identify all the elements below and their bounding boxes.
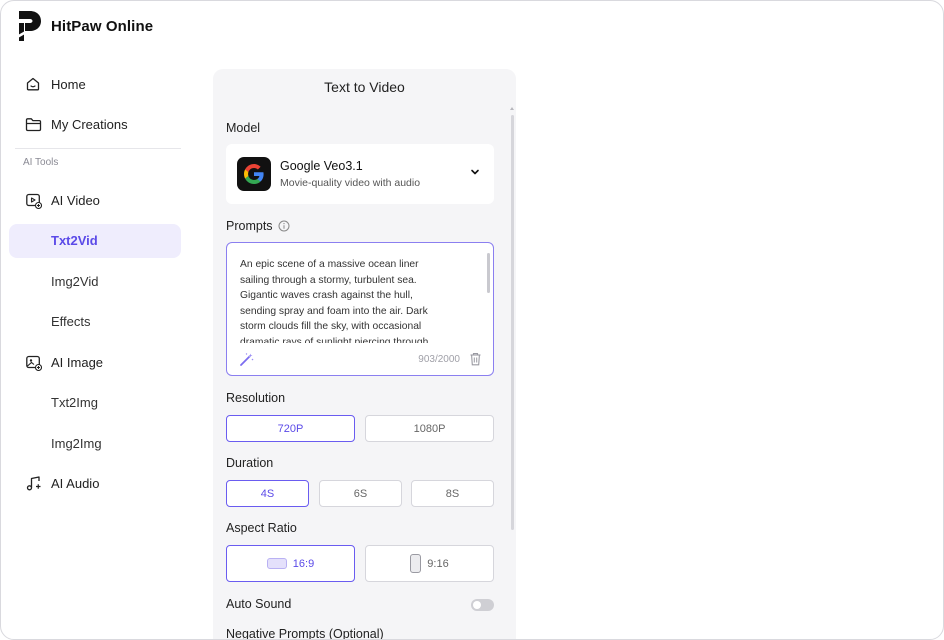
- auto-sound-toggle[interactable]: [471, 599, 494, 611]
- prompt-line: Gigantic waves crash against the hull,: [240, 290, 413, 301]
- sidebar-item-label: AI Audio: [51, 476, 100, 491]
- hitpaw-logo-icon: [18, 11, 41, 41]
- prompt-line: An epic scene of a massive ocean liner: [240, 259, 419, 270]
- prompts-label: Prompts: [226, 219, 273, 233]
- text-to-video-panel: Text to Video Model Google Veo3.1 Movie-…: [213, 69, 516, 640]
- sidebar-item-label: Img2Vid: [51, 273, 99, 289]
- sidebar-item-label: Home: [51, 76, 86, 92]
- image-add-icon: [24, 353, 42, 371]
- resolution-option-1080p[interactable]: 1080P: [365, 415, 494, 442]
- sidebar-item-ai-video[interactable]: AI Video: [9, 183, 181, 217]
- panel-scrollbar[interactable]: [511, 115, 514, 530]
- music-note-icon: [24, 475, 42, 493]
- prompt-text[interactable]: An epic scene of a massive ocean liner s…: [240, 257, 472, 343]
- sidebar-item-txt2vid[interactable]: Txt2Vid: [9, 223, 181, 258]
- resolution-option-720p[interactable]: 720P: [226, 415, 355, 442]
- home-icon: [24, 75, 42, 93]
- auto-sound-label: Auto Sound: [226, 597, 292, 611]
- aspect-option-label: 16:9: [292, 557, 315, 570]
- sidebar-item-label: Img2Img: [51, 435, 102, 451]
- aspect-option-label: 9:16: [427, 557, 449, 570]
- trash-icon[interactable]: [469, 352, 482, 366]
- landscape-ratio-icon: [266, 558, 287, 569]
- section-label-ai-tools: AI Tools: [23, 157, 59, 168]
- resolution-label: Resolution: [226, 391, 286, 405]
- prompt-scrollbar[interactable]: [487, 253, 490, 293]
- toggle-knob: [473, 601, 481, 609]
- prompt-line: dramatic rays of sunlight piercing throu…: [240, 336, 432, 344]
- duration-option-4s[interactable]: 4S: [226, 480, 309, 507]
- aspect-ratio-label: Aspect Ratio: [226, 521, 297, 535]
- sidebar-item-label: Effects: [51, 314, 91, 329]
- sidebar-item-label: My Creations: [51, 117, 128, 132]
- sidebar-item-label: AI Image: [51, 354, 104, 370]
- chevron-down-icon: [471, 169, 479, 175]
- duration-label: Duration: [226, 456, 274, 470]
- duration-option-8s[interactable]: 8S: [411, 480, 494, 507]
- panel-title: Text to Video: [324, 79, 405, 95]
- duration-option-6s[interactable]: 6S: [319, 480, 402, 507]
- sidebar-item-label: Txt2Img: [51, 395, 98, 410]
- sidebar-item-label: AI Video: [51, 192, 100, 208]
- aspect-option-9-16[interactable]: 9:16: [365, 545, 494, 582]
- folder-icon: [24, 116, 42, 134]
- prompt-line: sailing through a stormy, turbulent sea.: [240, 274, 417, 286]
- portrait-ratio-icon: [410, 554, 422, 573]
- aspect-option-16-9[interactable]: 16:9: [226, 545, 355, 582]
- negative-prompts-label: Negative Prompts (Optional): [226, 627, 384, 640]
- model-label: Model: [226, 121, 261, 135]
- app-window: HitPaw Online Home My Creations AI Tools…: [0, 0, 944, 640]
- sidebar-item-label: Txt2Vid: [51, 233, 98, 248]
- prompt-textarea[interactable]: An epic scene of a massive ocean liner s…: [226, 242, 494, 376]
- sidebar-item-img2img[interactable]: Img2Img: [9, 426, 181, 460]
- app-title: HitPaw Online: [51, 17, 154, 35]
- sidebar-item-img2vid[interactable]: Img2Vid: [9, 264, 181, 298]
- model-name: Google Veo3.1: [280, 159, 363, 173]
- prompts-label-row: Prompts: [226, 219, 290, 233]
- prompt-line: storm clouds fill the sky, with occasion…: [240, 321, 422, 332]
- prompt-char-counter: 903/2000: [418, 354, 460, 365]
- sidebar-item-my-creations[interactable]: My Creations: [9, 108, 181, 142]
- sidebar-item-ai-audio[interactable]: AI Audio: [9, 467, 181, 501]
- magic-wand-icon[interactable]: [239, 352, 254, 367]
- sidebar: Home My Creations AI Tools AI Video Txt2…: [9, 67, 181, 507]
- model-description: Movie-quality video with audio: [280, 177, 421, 189]
- sidebar-divider: [15, 148, 181, 149]
- info-icon[interactable]: [278, 220, 290, 232]
- sidebar-item-ai-image[interactable]: AI Image: [9, 345, 181, 379]
- scroll-up-arrow-icon[interactable]: [510, 107, 514, 110]
- prompt-line: sending spray and foam into the air. Dar…: [240, 305, 428, 317]
- sidebar-item-home[interactable]: Home: [9, 67, 181, 101]
- video-add-icon: [24, 191, 42, 209]
- google-logo-icon: [237, 157, 271, 191]
- model-select[interactable]: Google Veo3.1 Movie-quality video with a…: [226, 144, 494, 204]
- sidebar-item-txt2img[interactable]: Txt2Img: [9, 386, 181, 420]
- brand-logo[interactable]: HitPaw Online: [15, 9, 153, 43]
- sidebar-item-effects[interactable]: Effects: [9, 305, 181, 339]
